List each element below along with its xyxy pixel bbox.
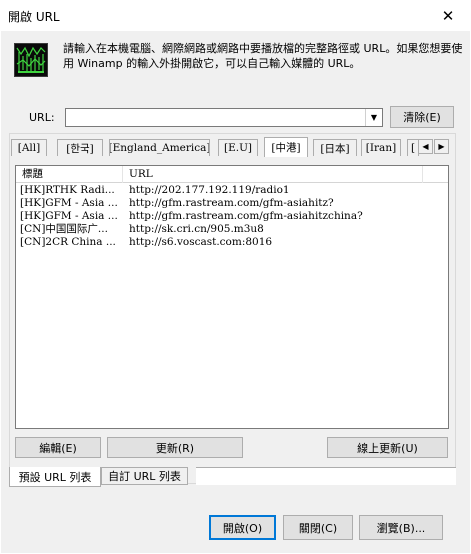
tab-eu[interactable]: [E.U] [218, 139, 258, 156]
close-window-button[interactable]: ✕ [425, 0, 471, 31]
edit-button[interactable]: 編輯(E) [15, 437, 101, 458]
item-title: [CN]2CR China ... [20, 236, 116, 248]
tab-korea[interactable]: [한국] [57, 139, 103, 156]
refresh-button[interactable]: 更新(R) [107, 437, 243, 458]
dropdown-arrow-icon[interactable]: ▼ [365, 109, 382, 126]
tab-all[interactable]: [All] [11, 139, 47, 156]
tab-bar-filler [196, 467, 456, 485]
column-header-url[interactable]: URL [123, 166, 423, 183]
list-item[interactable]: [HK]GFM - Asia ... http://gfm.rastream.c… [16, 197, 448, 210]
item-title: [CN]中国国际广... [20, 223, 108, 235]
item-url: http://202.177.192.119/radio1 [129, 184, 290, 196]
tab-default-url-list[interactable]: 預設 URL 列表 [9, 467, 101, 487]
url-listview[interactable]: 標題 URL [HK]RTHK Radi... http://202.177.1… [15, 165, 449, 429]
tab-england-america[interactable]: [England_America] [109, 139, 210, 156]
tab-scroll-right-icon[interactable]: ▶ [434, 139, 449, 154]
url-label: URL: [29, 111, 55, 124]
list-rows: [HK]RTHK Radi... http://202.177.192.119/… [16, 184, 448, 249]
winamp-visualizer-logo-icon [14, 43, 48, 77]
close-button[interactable]: 關閉(C) [283, 515, 353, 540]
item-url: http://sk.cri.cn/905.m3u8 [129, 223, 264, 235]
tab-japan[interactable]: [日本] [313, 139, 357, 156]
dialog-body: 請輸入在本機電腦、網際網路或網路中要播放檔的完整路徑或 URL。如果您想要使用 … [1, 31, 470, 553]
list-item[interactable]: [HK]GFM - Asia ... http://gfm.rastream.c… [16, 210, 448, 223]
open-button[interactable]: 開啟(O) [209, 515, 276, 540]
item-url: http://s6.voscast.com:8016 [129, 236, 273, 248]
url-input[interactable] [68, 110, 364, 125]
clear-button[interactable]: 清除(E) [390, 106, 454, 128]
tab-scroll-left-icon[interactable]: ◀ [418, 139, 433, 154]
instructions-text: 請輸入在本機電腦、網際網路或網路中要播放檔的完整路徑或 URL。如果您想要使用 … [63, 42, 463, 70]
category-tabs: [All] [한국] [England_America] [E.U] [中港] … [11, 137, 451, 157]
list-source-tabs: 預設 URL 列表 自訂 URL 列表 [9, 467, 456, 487]
item-url: http://gfm.rastream.com/gfm-asiahitzchin… [129, 210, 363, 222]
item-url: http://gfm.rastream.com/gfm-asiahitz? [129, 197, 334, 209]
url-combobox[interactable]: ▼ [65, 108, 383, 127]
browse-button[interactable]: 瀏覽(B)... [359, 515, 443, 540]
close-icon: ✕ [441, 6, 455, 25]
title-bar: 開啟 URL ✕ [0, 0, 471, 31]
online-update-button[interactable]: 線上更新(U) [327, 437, 448, 458]
list-item[interactable]: [HK]RTHK Radi... http://202.177.192.119/… [16, 184, 448, 197]
item-title: [HK]GFM - Asia ... [20, 197, 118, 209]
column-header-title[interactable]: 標題 [16, 166, 123, 183]
item-title: [HK]RTHK Radi... [20, 184, 115, 196]
list-item[interactable]: [CN]2CR China ... http://s6.voscast.com:… [16, 236, 448, 249]
item-title: [HK]GFM - Asia ... [20, 210, 118, 222]
list-item[interactable]: [CN]中国国际广... http://sk.cri.cn/905.m3u8 [16, 223, 448, 236]
tab-iran[interactable]: [Iran] [361, 139, 401, 156]
tab-china-hongkong[interactable]: [中港] [264, 137, 308, 157]
list-header: 標題 URL [16, 166, 448, 183]
tab-custom-url-list[interactable]: 自訂 URL 列表 [101, 467, 188, 485]
window-title: 開啟 URL [8, 10, 60, 24]
